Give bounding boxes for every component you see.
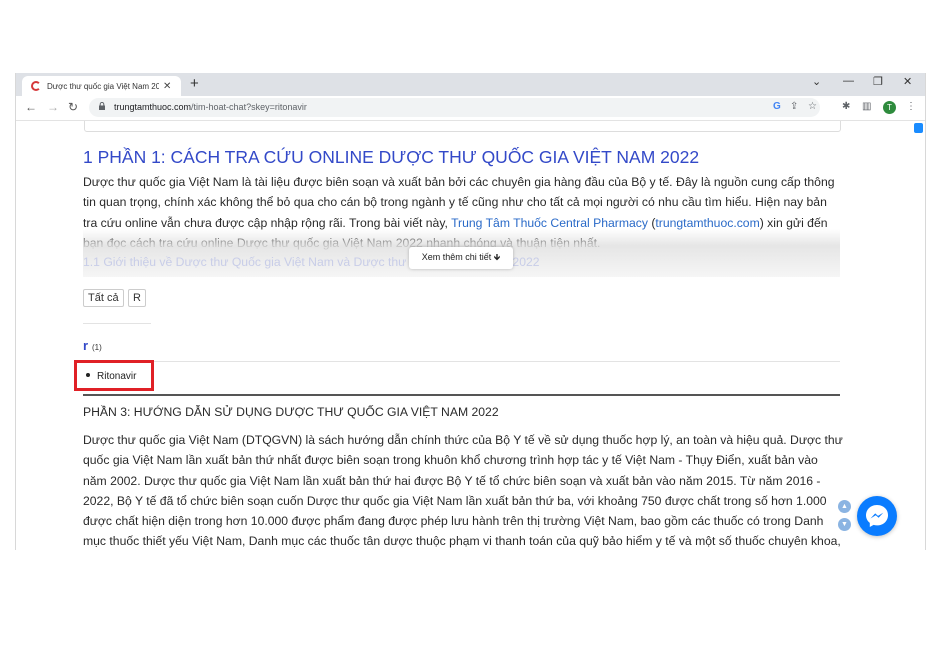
section-divider xyxy=(83,394,840,396)
bookmark-star-icon[interactable]: ☆ xyxy=(808,101,817,112)
minimize-button[interactable]: — xyxy=(843,75,854,87)
new-tab-button[interactable]: + xyxy=(190,76,199,92)
tab-search-icon[interactable]: ⌄ xyxy=(812,75,821,88)
section3-heading: PHẦN 3: HƯỚNG DẪN SỬ DỤNG DƯỢC THƯ QUỐC … xyxy=(83,405,499,419)
see-more-button[interactable]: Xem thêm chi tiết 🡻 xyxy=(409,247,513,269)
scroll-up-icon[interactable]: ▲ xyxy=(838,500,851,513)
tab-strip: Dược thư quốc gia Việt Nam 2022 ✕ + ⌄ — … xyxy=(16,73,925,96)
bullet-icon xyxy=(86,373,90,377)
group-count: (1) xyxy=(92,343,102,352)
url-path: /tim-hoat-chat?skey=ritonavir xyxy=(191,102,307,112)
scrollbar-thumb[interactable] xyxy=(914,123,923,133)
divider xyxy=(83,361,840,362)
filter-all-button[interactable]: Tất cả xyxy=(83,289,124,307)
section3-paragraph: Dược thư quốc gia Việt Nam (DTQGVN) là s… xyxy=(83,433,843,549)
filter-letter-r-button[interactable]: R xyxy=(128,289,146,307)
extensions-puzzle-icon[interactable]: ✱ xyxy=(842,101,850,112)
google-lens-icon[interactable]: G xyxy=(773,101,781,112)
share-icon[interactable]: ⇪ xyxy=(790,101,798,112)
result-item-ritonavir[interactable]: Ritonavir xyxy=(86,371,136,382)
reload-icon[interactable]: ↻ xyxy=(68,100,78,114)
section1-heading: 1 PHẦN 1: CÁCH TRA CỨU ONLINE DƯỢC THƯ Q… xyxy=(83,147,700,167)
search-box-remnant xyxy=(84,121,841,132)
tab-close-icon[interactable]: ✕ xyxy=(163,81,171,92)
address-bar[interactable]: trungtamthuoc.com/tim-hoat-chat?skey=rit… xyxy=(89,98,820,117)
browser-toolbar: ← → ↻ trungtamthuoc.com/tim-hoat-chat?sk… xyxy=(16,96,925,121)
maximize-button[interactable]: ❐ xyxy=(873,75,883,88)
window-close-button[interactable]: ✕ xyxy=(903,75,912,88)
lock-icon xyxy=(99,102,105,110)
result-item-label: Ritonavir xyxy=(97,371,137,382)
page-content: 1 PHẦN 1: CÁCH TRA CỨU ONLINE DƯỢC THƯ Q… xyxy=(16,121,925,550)
central-pharmacy-link[interactable]: Trung Tâm Thuốc Central Pharmacy xyxy=(451,216,648,230)
site-favicon-icon xyxy=(31,81,41,91)
messenger-icon xyxy=(866,505,888,527)
side-panel-icon[interactable]: ▥ xyxy=(862,101,871,112)
forward-arrow-icon[interactable]: → xyxy=(47,100,59,114)
scroll-down-icon[interactable]: ▼ xyxy=(838,518,851,531)
browser-window: Dược thư quốc gia Việt Nam 2022 ✕ + ⌄ — … xyxy=(15,73,926,550)
active-tab[interactable]: Dược thư quốc gia Việt Nam 2022 ✕ xyxy=(22,76,181,96)
kebab-menu-icon[interactable]: ⋮ xyxy=(906,101,916,112)
back-arrow-icon[interactable]: ← xyxy=(25,100,37,114)
divider xyxy=(83,323,151,324)
url-text: trungtamthuoc.com/tim-hoat-chat?skey=rit… xyxy=(114,102,307,112)
site-link[interactable]: trungtamthuoc.com xyxy=(655,216,759,230)
tab-title: Dược thư quốc gia Việt Nam 2022 xyxy=(47,81,159,91)
group-letter: r xyxy=(83,338,89,353)
url-domain: trungtamthuoc.com xyxy=(114,102,192,112)
messenger-chat-button[interactable] xyxy=(857,496,897,536)
profile-avatar[interactable]: T xyxy=(883,101,896,114)
